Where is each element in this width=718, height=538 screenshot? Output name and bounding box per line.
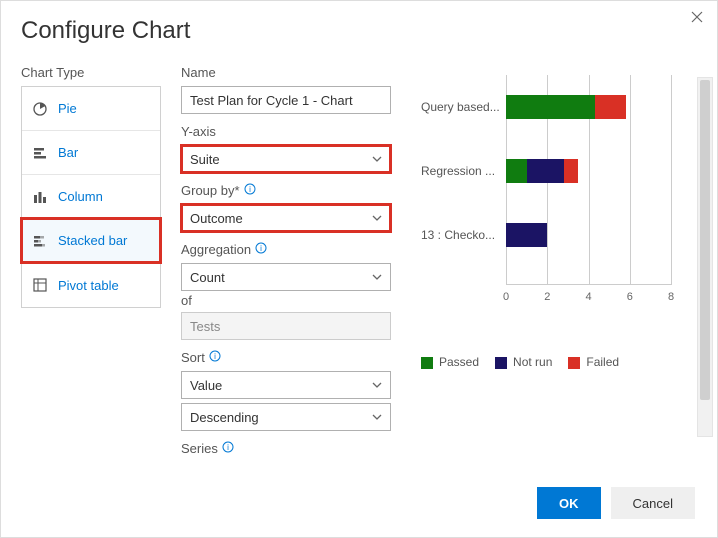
scrollbar[interactable] — [697, 77, 713, 437]
axis-tick-label: 0 — [503, 291, 509, 303]
cancel-button[interactable]: Cancel — [611, 487, 695, 519]
yaxis-label: Y-axis — [181, 124, 391, 139]
of-value: Tests — [190, 319, 220, 334]
svg-text:i: i — [260, 244, 262, 253]
chart-preview: 0 2 4 6 8 Query based... Regression ... 13 : Ch… — [411, 65, 697, 466]
legend-passed: Passed — [439, 355, 479, 369]
sort-order-value: Descending — [190, 410, 259, 425]
ok-button[interactable]: OK — [537, 487, 601, 519]
dialog-title: Configure Chart — [21, 17, 697, 45]
sort-order-select[interactable]: Descending — [181, 403, 391, 431]
chart-type-pie[interactable]: Pie — [22, 87, 160, 131]
chart-row-label: Query based... — [421, 100, 506, 114]
pie-icon — [32, 101, 48, 117]
chart-type-list: Pie Bar Column — [21, 86, 161, 308]
of-input: Tests — [181, 312, 391, 340]
aggregation-value: Count — [190, 270, 225, 285]
chart-type-label: Pie — [58, 101, 77, 116]
bar-segment — [527, 159, 564, 183]
bar-segment — [506, 95, 595, 119]
info-icon[interactable]: i — [209, 350, 221, 365]
chart-type-label: Column — [58, 189, 103, 204]
legend-swatch-failed — [568, 357, 580, 369]
info-icon[interactable]: i — [222, 441, 234, 456]
name-input[interactable]: Test Plan for Cycle 1 - Chart — [181, 86, 391, 114]
chart-type-label: Chart Type — [21, 65, 161, 80]
chevron-down-icon — [372, 272, 382, 282]
bar-segment — [595, 95, 626, 119]
series-label: Series i — [181, 441, 391, 456]
close-icon[interactable] — [687, 7, 707, 27]
chart-type-column[interactable]: Column — [22, 175, 160, 219]
sort-label: Sort i — [181, 350, 391, 365]
scrollbar-thumb[interactable] — [700, 80, 710, 400]
chart-type-label: Bar — [58, 145, 78, 160]
chevron-down-icon — [372, 213, 382, 223]
legend-notrun: Not run — [513, 355, 552, 369]
chart-row-label: Regression ... — [421, 164, 506, 178]
svg-text:i: i — [227, 443, 229, 452]
groupby-label: Group by* i — [181, 183, 391, 198]
stacked-bar-icon — [32, 233, 48, 249]
axis-tick-label: 6 — [627, 291, 633, 303]
sort-field-select[interactable]: Value — [181, 371, 391, 399]
bar-segment — [506, 159, 527, 183]
column-icon — [32, 189, 48, 205]
chart-type-stacked-bar[interactable]: Stacked bar — [22, 219, 160, 263]
chart-row: Regression ... — [421, 139, 671, 203]
chevron-down-icon — [372, 154, 382, 164]
yaxis-select[interactable]: Suite — [181, 145, 391, 173]
bar-icon — [32, 145, 48, 161]
chart-type-label: Stacked bar — [58, 233, 127, 248]
groupby-value: Outcome — [190, 211, 243, 226]
chart-type-label: Pivot table — [58, 278, 119, 293]
legend-failed: Failed — [586, 355, 619, 369]
aggregation-label: Aggregation i — [181, 242, 391, 257]
axis-tick-label: 8 — [668, 291, 674, 303]
info-icon[interactable]: i — [244, 183, 256, 198]
chart-type-pivot-table[interactable]: Pivot table — [22, 263, 160, 307]
chart-row-label: 13 : Checko... — [421, 228, 506, 242]
bar-segment — [506, 223, 547, 247]
name-label: Name — [181, 65, 391, 80]
chevron-down-icon — [372, 380, 382, 390]
svg-text:i: i — [214, 352, 216, 361]
axis-tick-label: 2 — [544, 291, 550, 303]
yaxis-value: Suite — [190, 152, 220, 167]
sort-field-value: Value — [190, 378, 222, 393]
groupby-select[interactable]: Outcome — [181, 204, 391, 232]
chart-row: Query based... — [421, 75, 671, 139]
axis-tick-label: 4 — [585, 291, 591, 303]
name-value: Test Plan for Cycle 1 - Chart — [190, 93, 353, 108]
bar-segment — [564, 159, 578, 183]
chart-type-bar[interactable]: Bar — [22, 131, 160, 175]
info-icon[interactable]: i — [255, 242, 267, 257]
legend-swatch-passed — [421, 357, 433, 369]
configure-chart-dialog: Configure Chart Chart Type Pie Bar — [0, 0, 718, 538]
of-label: of — [181, 293, 391, 308]
svg-text:i: i — [249, 185, 251, 194]
aggregation-select[interactable]: Count — [181, 263, 391, 291]
chevron-down-icon — [372, 412, 382, 422]
legend-swatch-notrun — [495, 357, 507, 369]
chart-row: 13 : Checko... — [421, 203, 671, 267]
chart-legend: Passed Not run Failed — [421, 355, 697, 369]
pivot-table-icon — [32, 277, 48, 293]
